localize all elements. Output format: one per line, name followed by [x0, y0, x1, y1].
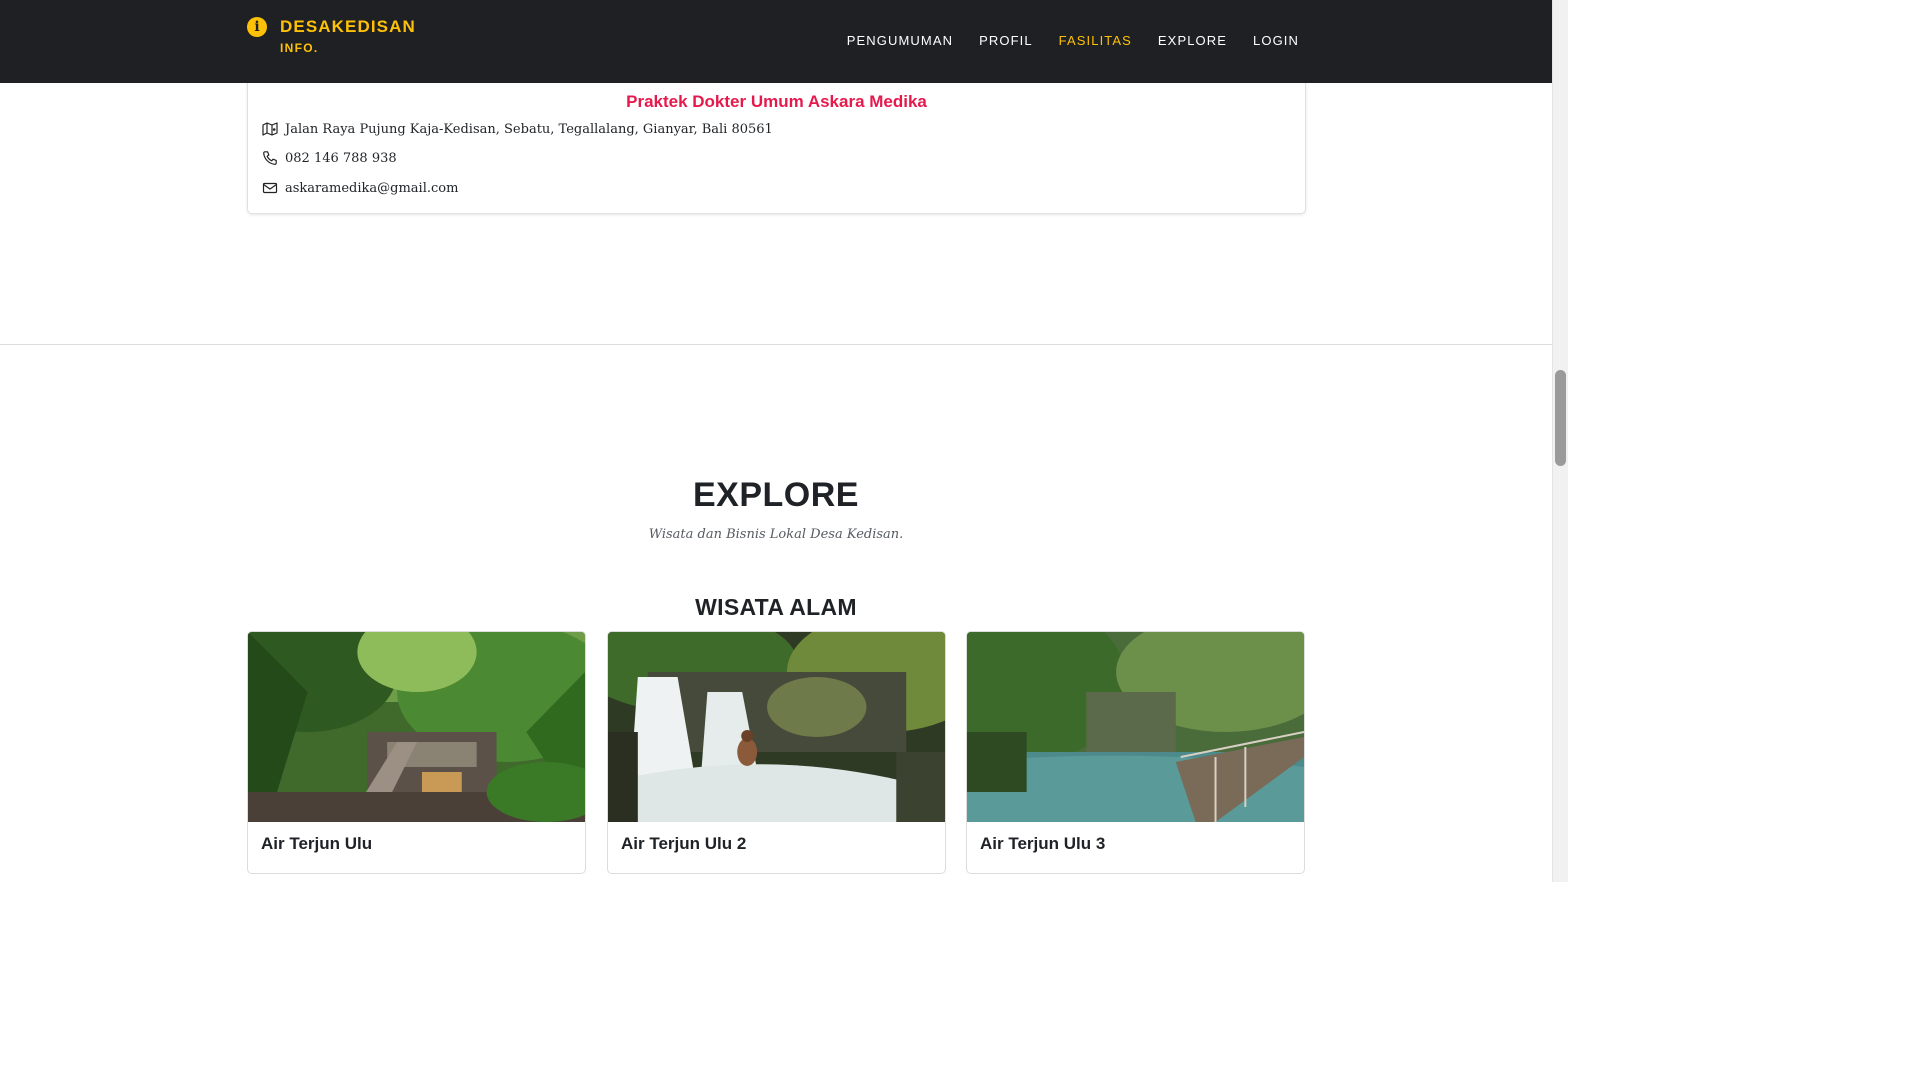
explore-card-1[interactable]: Air Terjun Ulu — [247, 631, 586, 874]
facility-email[interactable]: askaramedika@gmail.com — [285, 181, 458, 196]
facility-name: Praktek Dokter Umum Askara Medika — [626, 92, 927, 111]
section-divider — [0, 344, 1552, 345]
facility-address-row: Jalan Raya Pujung Kaja-Kedisan, Sebatu, … — [262, 121, 773, 137]
facility-email-row: askaramedika@gmail.com — [262, 180, 458, 196]
facility-card: Praktek Dokter Umum Askara Medika Jalan … — [247, 60, 1306, 214]
map-icon — [262, 122, 278, 136]
facility-phone: 082 146 788 938 — [285, 150, 397, 166]
page-scrollbar[interactable] — [1552, 0, 1568, 882]
explore-card-2[interactable]: Air Terjun Ulu 2 — [607, 631, 946, 874]
nav-profil[interactable]: PROFIL — [979, 33, 1033, 49]
explore-heading: EXPLORE — [693, 476, 859, 514]
facility-phone-row: 082 146 788 938 — [262, 150, 397, 166]
envelope-icon — [262, 182, 278, 194]
site-header: i DESAKEDISAN INFO. PENGUMUMAN PROFIL FA… — [0, 0, 1552, 83]
card-title: Air Terjun Ulu — [261, 834, 373, 853]
nav-explore[interactable]: EXPLORE — [1158, 33, 1227, 49]
site-logo[interactable]: i DESAKEDISAN INFO. — [247, 16, 416, 55]
logo-title: DESAKEDISAN — [280, 17, 416, 36]
info-icon: i — [247, 17, 267, 37]
explore-card-3[interactable]: Air Terjun Ulu 3 — [966, 631, 1305, 874]
main-nav: PENGUMUMAN PROFIL FASILITAS EXPLORE LOGI… — [821, 33, 1299, 49]
waterfall-photo — [608, 632, 945, 822]
facility-address: Jalan Raya Pujung Kaja-Kedisan, Sebatu, … — [285, 121, 773, 137]
nav-login[interactable]: LOGIN — [1253, 33, 1299, 49]
nav-fasilitas[interactable]: FASILITAS — [1059, 33, 1132, 49]
jungle-temple-photo — [248, 632, 585, 822]
logo-subtitle: INFO. — [280, 41, 319, 55]
phone-icon — [263, 151, 277, 165]
explore-subtitle: Wisata dan Bisnis Lokal Desa Kedisan. — [648, 527, 904, 542]
card-title: Air Terjun Ulu 2 — [621, 834, 747, 853]
nav-pengumuman[interactable]: PENGUMUMAN — [847, 33, 953, 49]
scrollbar-thumb[interactable] — [1555, 370, 1566, 466]
wisata-alam-heading: WISATA ALAM — [695, 594, 857, 620]
river-boardwalk-photo — [967, 632, 1304, 822]
card-title: Air Terjun Ulu 3 — [980, 834, 1106, 853]
